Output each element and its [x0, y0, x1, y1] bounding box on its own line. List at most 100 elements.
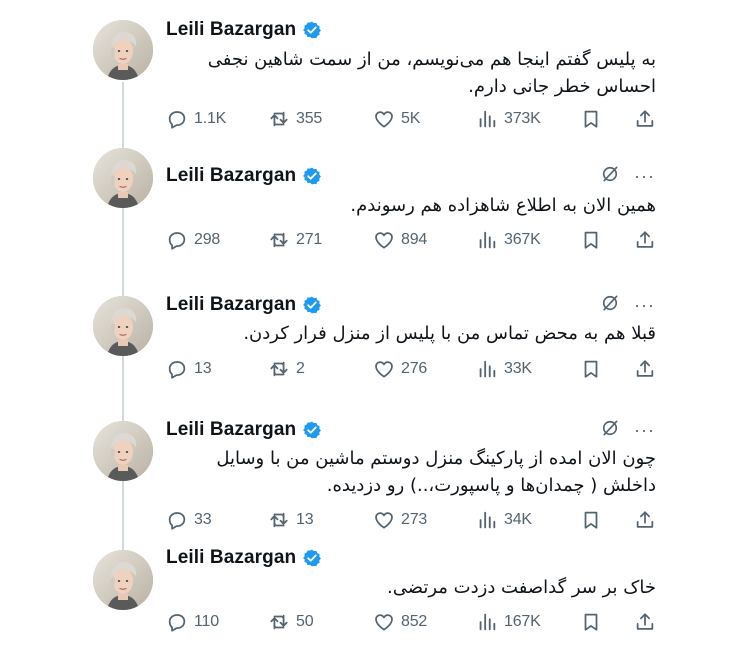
repost-icon — [270, 232, 288, 248]
bookmark-icon — [584, 360, 598, 378]
tweet-header: Leili Bazargan — [166, 419, 322, 441]
reply-button[interactable]: 298 — [166, 228, 220, 252]
share-icon — [636, 511, 654, 528]
reply-button[interactable]: 110 — [166, 610, 219, 634]
avatar[interactable] — [93, 296, 153, 356]
repost-button[interactable]: 50 — [268, 610, 314, 634]
view-count: 33K — [504, 360, 532, 377]
share-icon — [636, 613, 654, 630]
views-button[interactable]: 367K — [476, 228, 541, 252]
action-bar: 298 271 894 367K — [166, 228, 660, 252]
avatar[interactable] — [93, 20, 153, 80]
like-button[interactable]: 273 — [373, 508, 427, 532]
profile-photo — [93, 421, 153, 481]
like-button[interactable]: 276 — [373, 357, 427, 381]
grok-icon[interactable] — [600, 418, 620, 443]
views-button[interactable]: 373K — [476, 107, 541, 131]
tweet-header: Leili Bazargan — [166, 294, 322, 316]
like-icon — [375, 614, 393, 631]
avatar[interactable] — [93, 421, 153, 481]
repost-count: 13 — [296, 511, 314, 528]
repost-icon — [270, 111, 288, 127]
avatar[interactable] — [93, 148, 153, 208]
bookmark-button[interactable] — [580, 610, 602, 634]
reply-icon — [168, 512, 186, 530]
more-icon[interactable]: ··· — [634, 421, 655, 439]
like-icon — [375, 232, 393, 249]
grok-icon[interactable] — [600, 164, 620, 189]
reply-button[interactable]: 33 — [166, 508, 212, 532]
reply-icon — [168, 361, 186, 379]
verified-badge-icon — [302, 420, 322, 440]
views-icon — [479, 110, 496, 128]
bookmark-button[interactable] — [580, 107, 602, 131]
grok-icon[interactable] — [600, 293, 620, 318]
like-count: 894 — [401, 231, 428, 248]
repost-button[interactable]: 355 — [268, 107, 322, 131]
bookmark-icon — [584, 511, 598, 529]
repost-icon — [270, 361, 288, 377]
display-name[interactable]: Leili Bazargan — [166, 165, 296, 187]
views-icon — [479, 511, 496, 529]
like-button[interactable]: 852 — [373, 610, 427, 634]
views-button[interactable]: 167K — [476, 610, 541, 634]
views-button[interactable]: 34K — [476, 508, 532, 532]
tweet-header: Leili Bazargan — [166, 547, 322, 569]
bookmark-button[interactable] — [580, 508, 602, 532]
views-icon — [479, 231, 496, 249]
like-icon — [375, 111, 393, 128]
reply-count: 1.1K — [194, 110, 227, 127]
reply-icon — [168, 111, 186, 129]
repost-count: 271 — [296, 231, 323, 248]
action-bar: 33 13 273 34K — [166, 508, 660, 532]
tweet-text: به پلیس گفتم اینجا هم می‌نویسم، من از سم… — [207, 49, 656, 97]
repost-button[interactable]: 271 — [268, 228, 322, 252]
reply-icon — [168, 614, 186, 632]
action-bar: 13 2 276 33K — [166, 357, 660, 381]
like-button[interactable]: 894 — [373, 228, 427, 252]
display-name[interactable]: Leili Bazargan — [166, 19, 296, 41]
tweet-text: چون الان امده از پارکینگ منزل دوستم ماشی… — [216, 448, 656, 496]
share-button[interactable] — [634, 107, 656, 131]
view-count: 367K — [504, 231, 541, 248]
reply-button[interactable]: 13 — [166, 357, 212, 381]
action-bar: 1.1K 355 5K 373K — [166, 107, 660, 131]
display-name[interactable]: Leili Bazargan — [166, 419, 296, 441]
tweet-header: Leili Bazargan — [166, 19, 322, 41]
reply-count: 33 — [194, 511, 212, 528]
reply-icon — [168, 232, 186, 250]
reply-button[interactable]: 1.1K — [166, 107, 226, 131]
repost-button[interactable]: 2 — [268, 357, 305, 381]
tweet-header: Leili Bazargan — [166, 165, 322, 187]
repost-count: 2 — [296, 360, 305, 377]
display-name[interactable]: Leili Bazargan — [166, 294, 296, 316]
tweet-text: خاک بر سر گداصفت دزدت مرتضی. — [387, 577, 656, 598]
share-button[interactable] — [634, 228, 656, 252]
share-button[interactable] — [634, 357, 656, 381]
reply-count: 13 — [194, 360, 212, 377]
verified-badge-icon — [302, 20, 322, 40]
repost-count: 50 — [296, 613, 314, 630]
like-button[interactable]: 5K — [373, 107, 420, 131]
repost-button[interactable]: 13 — [268, 508, 314, 532]
action-bar: 110 50 852 167K — [166, 610, 660, 634]
more-icon[interactable]: ··· — [634, 167, 655, 185]
like-count: 852 — [401, 613, 428, 630]
verified-badge-icon — [302, 548, 322, 568]
share-button[interactable] — [634, 508, 656, 532]
share-icon — [636, 110, 654, 127]
like-count: 276 — [401, 360, 428, 377]
avatar[interactable] — [93, 550, 153, 610]
profile-photo — [93, 20, 153, 80]
bookmark-button[interactable] — [580, 357, 602, 381]
share-button[interactable] — [634, 610, 656, 634]
share-icon — [636, 231, 654, 248]
tweet-text: قبلا هم به محض تماس من با پلیس از منزل ف… — [243, 323, 656, 344]
display-name[interactable]: Leili Bazargan — [166, 547, 296, 569]
like-count: 5K — [401, 110, 421, 127]
bookmark-button[interactable] — [580, 228, 602, 252]
views-button[interactable]: 33K — [476, 357, 532, 381]
more-icon[interactable]: ··· — [634, 296, 655, 314]
views-icon — [479, 613, 496, 631]
bookmark-icon — [584, 613, 598, 631]
